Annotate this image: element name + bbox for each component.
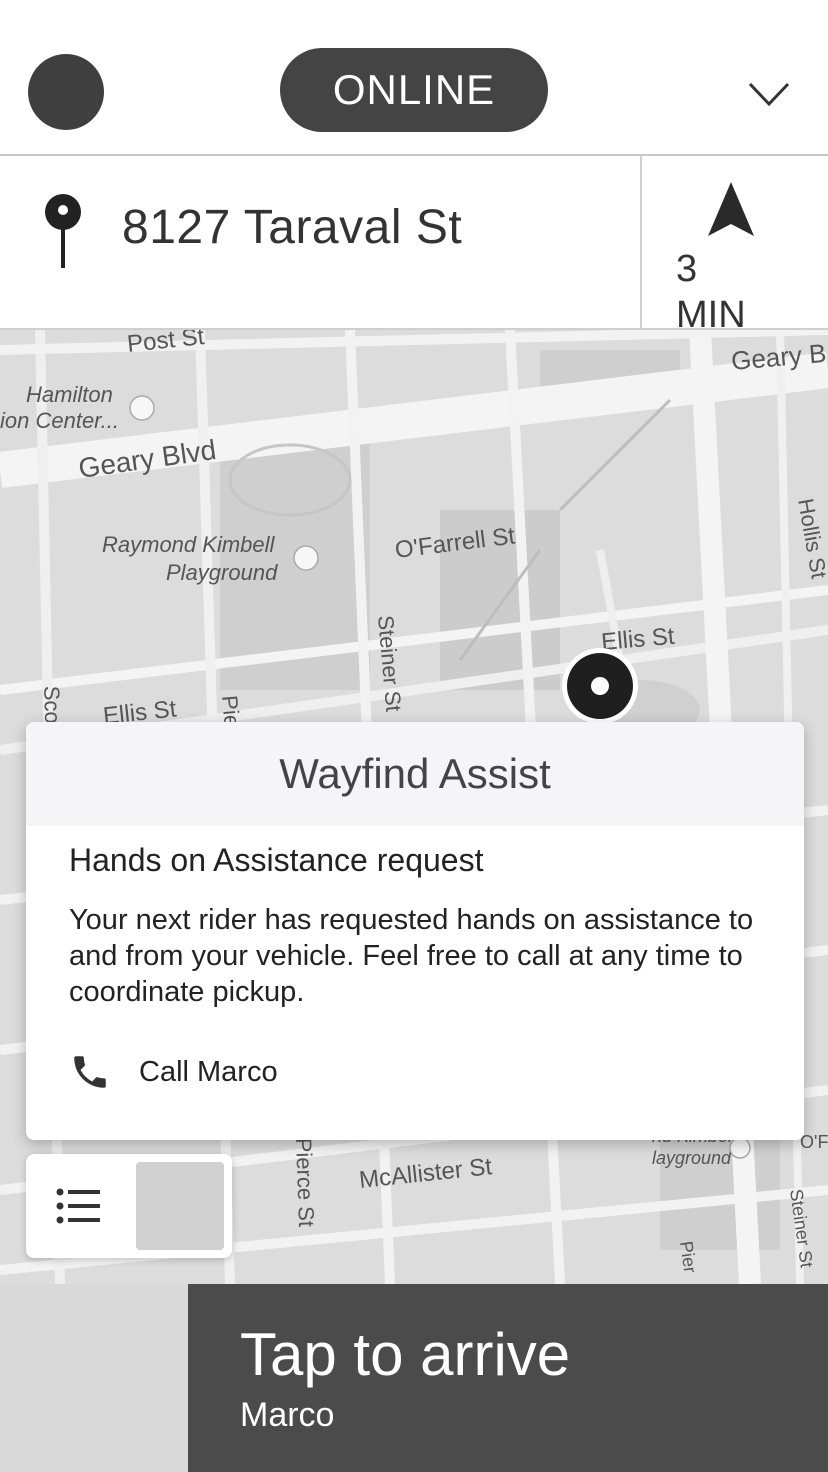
card-message: Your next rider has requested hands on a…: [69, 904, 754, 1008]
map-label: Playground: [166, 560, 278, 585]
call-label: Call Marco: [139, 1055, 278, 1088]
map-label: Post St: [126, 330, 206, 358]
map-label: Hollis St: [793, 497, 828, 581]
top-bar: ONLINE: [0, 0, 828, 156]
park-icon: [129, 395, 155, 421]
view-toggle: [26, 1154, 232, 1258]
map-label: Pier: [676, 1240, 700, 1274]
map-label: layground: [652, 1148, 732, 1168]
avatar[interactable]: [28, 54, 104, 130]
list-view-icon[interactable]: [56, 1188, 100, 1224]
map-label: Raymond Kimbell: [102, 532, 276, 557]
divider: [640, 156, 642, 328]
location-pin-icon: [45, 194, 81, 268]
online-status-toggle[interactable]: ONLINE: [280, 48, 548, 132]
map-label: Sco: [39, 685, 65, 724]
call-rider-button[interactable]: Call Marco: [69, 1050, 278, 1094]
map-label: McAllister St: [358, 1153, 494, 1194]
card-title: Wayfind Assist: [279, 750, 551, 797]
card-heading: Hands on Assistance request: [69, 842, 484, 878]
map-label: ion Center...: [0, 408, 119, 433]
navigation-arrow-icon[interactable]: [706, 182, 756, 238]
park-icon: [293, 545, 319, 571]
card-header: Wayfind Assist: [26, 722, 804, 826]
eta-label[interactable]: 3 MIN: [676, 246, 796, 338]
map-view-thumbnail[interactable]: [136, 1162, 224, 1250]
bottom-left-panel[interactable]: [0, 1284, 188, 1472]
map-label: Pierce St: [291, 1137, 319, 1227]
destination-address: 8127 Taraval St: [122, 201, 463, 254]
rider-name: Marco: [240, 1396, 335, 1434]
eta-value: 3: [676, 248, 698, 290]
arrive-title: Tap to arrive: [240, 1321, 571, 1388]
chevron-down-icon[interactable]: [746, 76, 792, 112]
map-label: Hamilton: [26, 382, 113, 407]
status-label: ONLINE: [332, 66, 496, 113]
tap-to-arrive-button[interactable]: Tap to arrive Marco: [188, 1284, 828, 1472]
map-label: O'F: [800, 1132, 828, 1152]
map-label: Steiner St: [786, 1188, 817, 1269]
phone-icon: [74, 1056, 106, 1088]
wayfind-assist-card: Wayfind Assist Hands on Assistance reque…: [26, 722, 804, 1140]
park-icon: [729, 1137, 751, 1159]
